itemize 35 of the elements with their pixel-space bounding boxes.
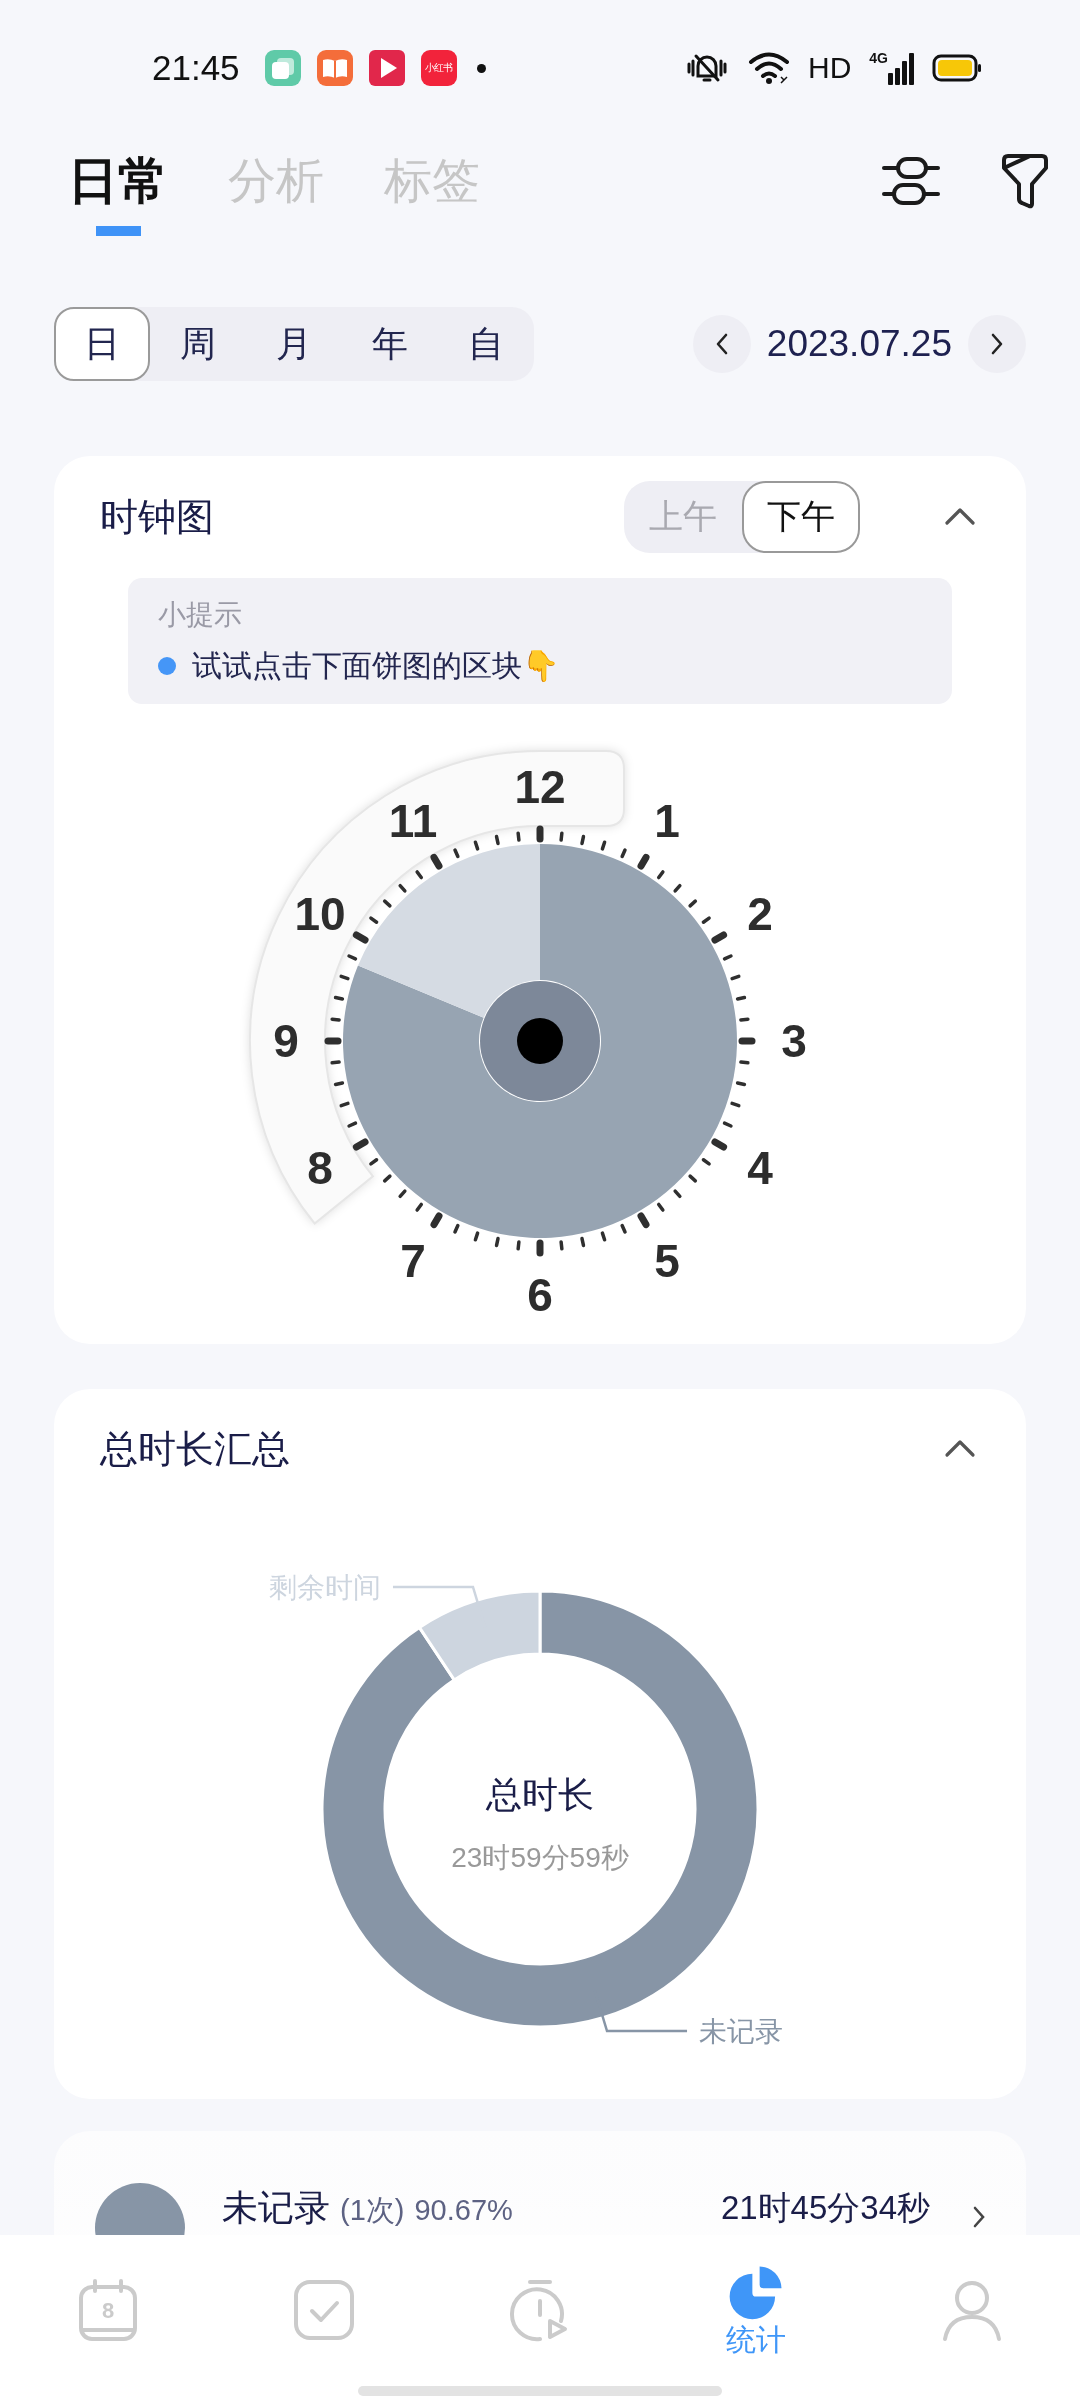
- card-title: 时钟图: [100, 494, 215, 540]
- hour-label: 2: [747, 888, 773, 940]
- hour-label: 10: [294, 888, 346, 940]
- record-name: 未记录: [222, 2186, 330, 2230]
- record-duration: 21时45分34秒: [720, 2188, 930, 2228]
- status-time: 21:45: [152, 48, 240, 88]
- view-tab[interactable]: 日常: [68, 136, 168, 236]
- hour-label: 3: [781, 1015, 807, 1067]
- hour-label: 5: [654, 1234, 680, 1287]
- card-title: 总时长汇总: [100, 1426, 291, 1472]
- period-tab[interactable]: 周: [150, 307, 246, 381]
- hour-label: 12: [514, 761, 566, 813]
- tip-title: 小提示: [158, 598, 242, 632]
- hour-label: 9: [273, 1015, 299, 1067]
- half-day-tab[interactable]: 下午: [742, 481, 860, 553]
- hour-label: 7: [400, 1234, 426, 1287]
- cell-type-label: 4G: [869, 51, 888, 65]
- app-icon: 小红书: [420, 50, 457, 86]
- record-count: (1次): [340, 2193, 405, 2228]
- hour-label: 4: [747, 1142, 773, 1194]
- record-percent: 90.67%: [414, 2193, 513, 2228]
- hour-label: 11: [388, 795, 438, 848]
- period-tab[interactable]: 月: [246, 307, 342, 381]
- donut-center-title: 总时长: [486, 1774, 594, 1815]
- segment-label: 未记录: [699, 2016, 784, 2048]
- period-tab[interactable]: 日: [54, 307, 150, 381]
- network-label: HD: [807, 51, 852, 85]
- hour-label: 8: [307, 1142, 333, 1194]
- hour-label: 1: [654, 795, 680, 848]
- date-label: 2023.07.25: [766, 323, 952, 365]
- hour-label: 6: [527, 1269, 553, 1321]
- period-tab[interactable]: 自: [438, 307, 534, 381]
- tip-text: 试试点击下面饼图的区块👇: [192, 648, 559, 684]
- period-tab[interactable]: 年: [342, 307, 438, 381]
- donut-center-value: 23时59分59秒: [451, 1842, 629, 1873]
